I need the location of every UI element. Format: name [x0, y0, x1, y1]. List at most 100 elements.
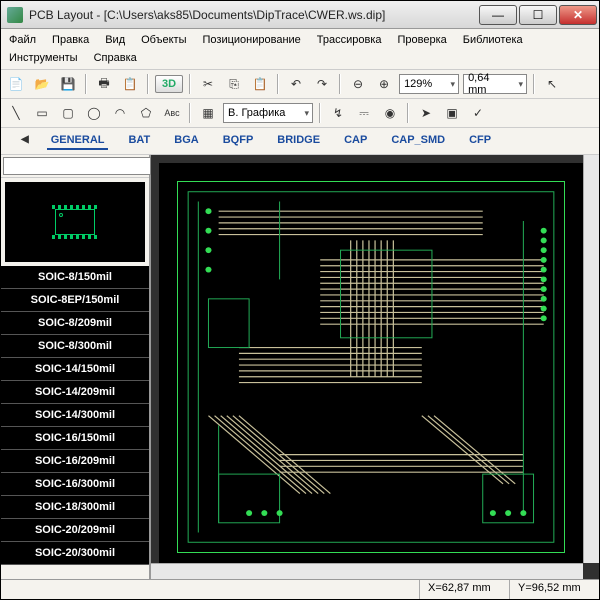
pcb-traces: [178, 182, 564, 552]
maximize-button[interactable]: ☐: [519, 5, 557, 25]
library-tabs: ◀ GENERAL BAT BGA BQFP BRIDGE CAP CAP_SM…: [1, 128, 599, 155]
separator: [277, 74, 279, 94]
separator: [147, 74, 149, 94]
3d-button[interactable]: 3D: [155, 75, 183, 93]
zoom-value: 129%: [404, 78, 432, 90]
print-icon[interactable]: 🖶: [93, 73, 115, 95]
drc-icon[interactable]: ✓: [467, 102, 489, 124]
zoom-combo[interactable]: 129%: [399, 74, 459, 94]
close-button[interactable]: ✕: [559, 5, 597, 25]
rect-tool-icon[interactable]: ▭: [31, 102, 53, 124]
list-item[interactable]: SOIC-8/209mil: [1, 312, 149, 335]
grid-value: 0,64 mm: [468, 72, 510, 96]
undo-icon[interactable]: ↶: [285, 73, 307, 95]
list-item[interactable]: SOIC-20/300mil: [1, 542, 149, 565]
app-window: PCB Layout - [C:\Users\aks85\Documents\D…: [0, 0, 600, 600]
list-item[interactable]: SOIC-16/300mil: [1, 473, 149, 496]
menubar: Файл Правка Вид Объекты Позиционирование…: [1, 29, 599, 70]
toolbar-1: 📄 📂 💾 🖶 📋 3D ✂ ⎘ 📋 ↶ ↷ ⊖ ⊕ 129% 0,64 mm …: [1, 70, 599, 99]
copy-icon[interactable]: ⎘: [223, 73, 245, 95]
menu-objects[interactable]: Объекты: [139, 32, 188, 48]
scrollbar-vertical[interactable]: [583, 155, 599, 563]
statusbar: X=62,87 mm Y=96,52 mm: [1, 579, 599, 599]
arrow-icon[interactable]: ➤: [415, 102, 437, 124]
list-item[interactable]: SOIC-20/209mil: [1, 519, 149, 542]
tab-capsmd[interactable]: CAP_SMD: [387, 132, 449, 150]
window-title: PCB Layout - [C:\Users\aks85\Documents\D…: [29, 8, 477, 22]
list-item[interactable]: SOIC-14/150mil: [1, 358, 149, 381]
tab-bat[interactable]: BAT: [124, 132, 154, 150]
tab-cfp[interactable]: CFP: [465, 132, 495, 150]
cut-icon[interactable]: ✂: [197, 73, 219, 95]
menu-file[interactable]: Файл: [7, 32, 38, 48]
menu-check[interactable]: Проверка: [396, 32, 449, 48]
tab-cap[interactable]: CAP: [340, 132, 371, 150]
menu-edit[interactable]: Правка: [50, 32, 91, 48]
separator: [189, 103, 191, 123]
side-panel: 🔍 SOIC-8/150mil SOIC-8EP/150mil SOIC-8/2…: [1, 155, 151, 579]
status-y: Y=96,52 mm: [509, 580, 599, 599]
minimize-button[interactable]: —: [479, 5, 517, 25]
separator: [85, 74, 87, 94]
list-item[interactable]: SOIC-14/209mil: [1, 381, 149, 404]
component-icon[interactable]: ▣: [441, 102, 463, 124]
ellipse-tool-icon[interactable]: ◯: [83, 102, 105, 124]
pcb-board: [177, 181, 565, 553]
separator: [189, 74, 191, 94]
net-icon[interactable]: ⎓: [353, 102, 375, 124]
separator: [339, 74, 341, 94]
list-item[interactable]: SOIC-16/209mil: [1, 450, 149, 473]
pcb-canvas[interactable]: [159, 163, 583, 571]
route-icon[interactable]: ↯: [327, 102, 349, 124]
poly-tool-icon[interactable]: ⬠: [135, 102, 157, 124]
grid-combo[interactable]: 0,64 mm: [463, 74, 527, 94]
list-item[interactable]: SOIC-8/300mil: [1, 335, 149, 358]
search-row: 🔍: [1, 155, 149, 178]
layer-icon[interactable]: ▦: [197, 102, 219, 124]
separator: [319, 103, 321, 123]
list-item[interactable]: SOIC-16/150mil: [1, 427, 149, 450]
part-list[interactable]: SOIC-8/150mil SOIC-8EP/150mil SOIC-8/209…: [1, 266, 149, 579]
tab-bga[interactable]: BGA: [170, 132, 202, 150]
zoomin-icon[interactable]: ⊕: [373, 73, 395, 95]
rrect-tool-icon[interactable]: ▢: [57, 102, 79, 124]
line-tool-icon[interactable]: ╲: [5, 102, 27, 124]
scrollbar-horizontal[interactable]: [151, 563, 583, 579]
new-icon[interactable]: 📄: [5, 73, 27, 95]
via-icon[interactable]: ◉: [379, 102, 401, 124]
zoomout-icon[interactable]: ⊖: [347, 73, 369, 95]
tab-bqfp[interactable]: BQFP: [219, 132, 258, 150]
window-controls: — ☐ ✕: [477, 5, 597, 25]
menu-route[interactable]: Трассировка: [315, 32, 384, 48]
canvas-area: [151, 155, 599, 579]
titlebar[interactable]: PCB Layout - [C:\Users\aks85\Documents\D…: [1, 1, 599, 29]
part-search-input[interactable]: [3, 157, 151, 175]
paste-icon[interactable]: 📋: [249, 73, 271, 95]
status-x: X=62,87 mm: [419, 580, 509, 599]
cursor-icon[interactable]: ↖: [541, 73, 563, 95]
open-icon[interactable]: 📂: [31, 73, 53, 95]
list-item[interactable]: SOIC-8EP/150mil: [1, 289, 149, 312]
toolbar-2: ╲ ▭ ▢ ◯ ◠ ⬠ Авс ▦ В. Графика ↯ ⎓ ◉ ➤ ▣ ✓: [1, 99, 599, 128]
layer-combo[interactable]: В. Графика: [223, 103, 313, 123]
part-preview: [5, 182, 145, 262]
arc-tool-icon[interactable]: ◠: [109, 102, 131, 124]
preview-icon[interactable]: 📋: [119, 73, 141, 95]
app-icon: [7, 7, 23, 23]
menu-tools[interactable]: Инструменты: [7, 50, 80, 66]
list-item[interactable]: SOIC-18/300mil: [1, 496, 149, 519]
menu-library[interactable]: Библиотека: [461, 32, 525, 48]
menu-help[interactable]: Справка: [92, 50, 139, 66]
list-item[interactable]: SOIC-8/150mil: [1, 266, 149, 289]
tab-general[interactable]: GENERAL: [47, 132, 109, 150]
tab-scroll-left-icon[interactable]: ◀: [19, 132, 31, 150]
menu-position[interactable]: Позиционирование: [201, 32, 303, 48]
menu-view[interactable]: Вид: [103, 32, 127, 48]
save-icon[interactable]: 💾: [57, 73, 79, 95]
tab-bridge[interactable]: BRIDGE: [273, 132, 324, 150]
chip-icon: [55, 209, 95, 235]
layer-value: В. Графика: [228, 107, 285, 119]
list-item[interactable]: SOIC-14/300mil: [1, 404, 149, 427]
redo-icon[interactable]: ↷: [311, 73, 333, 95]
text-tool-icon[interactable]: Авс: [161, 102, 183, 124]
